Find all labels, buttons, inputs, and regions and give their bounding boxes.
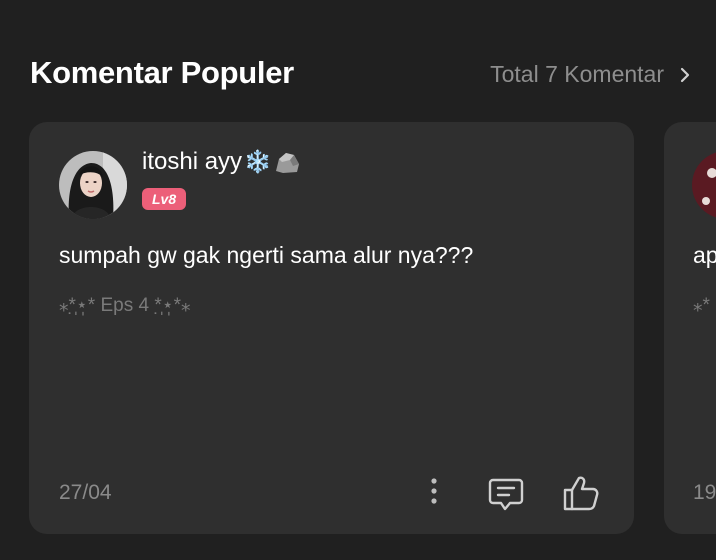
username-row[interactable]: itoshi ayy ❄️ — [142, 148, 301, 176]
section-title: Komentar Populer — [30, 55, 294, 90]
comments-carousel[interactable]: itoshi ayy ❄️ Lv8 sumpah gw gak ngerti s… — [0, 122, 716, 534]
like-icon[interactable] — [561, 473, 601, 513]
comment-date: 27/04 — [59, 481, 112, 504]
episode-tag[interactable]: ⁎* — [693, 294, 710, 317]
comment-date: 19 — [693, 481, 716, 504]
level-badge: Lv8 — [142, 188, 187, 210]
total-comments-link[interactable]: Total 7 Komentar — [490, 61, 690, 88]
username[interactable]: itoshi ayy — [142, 148, 242, 176]
avatar[interactable] — [692, 151, 716, 219]
comment-card[interactable]: ap ⁎* 19 — [664, 122, 716, 534]
more-icon[interactable] — [427, 477, 441, 505]
comment-card[interactable]: itoshi ayy ❄️ Lv8 sumpah gw gak ngerti s… — [29, 122, 634, 534]
total-comments-label: Total 7 Komentar — [490, 61, 664, 87]
rock-emoji-icon — [273, 149, 301, 175]
chevron-right-icon — [680, 67, 690, 83]
snowflake-emoji-icon: ❄️ — [244, 149, 272, 174]
popular-comments-screen: Komentar Populer Total 7 Komentar itoshi… — [0, 0, 716, 560]
avatar[interactable] — [59, 151, 127, 219]
episode-tag[interactable]: ⁎*̣̩⋆̩* Eps 4 *̣̩⋆̩*⁎ — [59, 294, 191, 317]
comment-text: sumpah gw gak ngerti sama alur nya??? — [59, 242, 474, 268]
comment-text: ap — [693, 242, 716, 268]
reply-icon[interactable] — [487, 475, 525, 513]
